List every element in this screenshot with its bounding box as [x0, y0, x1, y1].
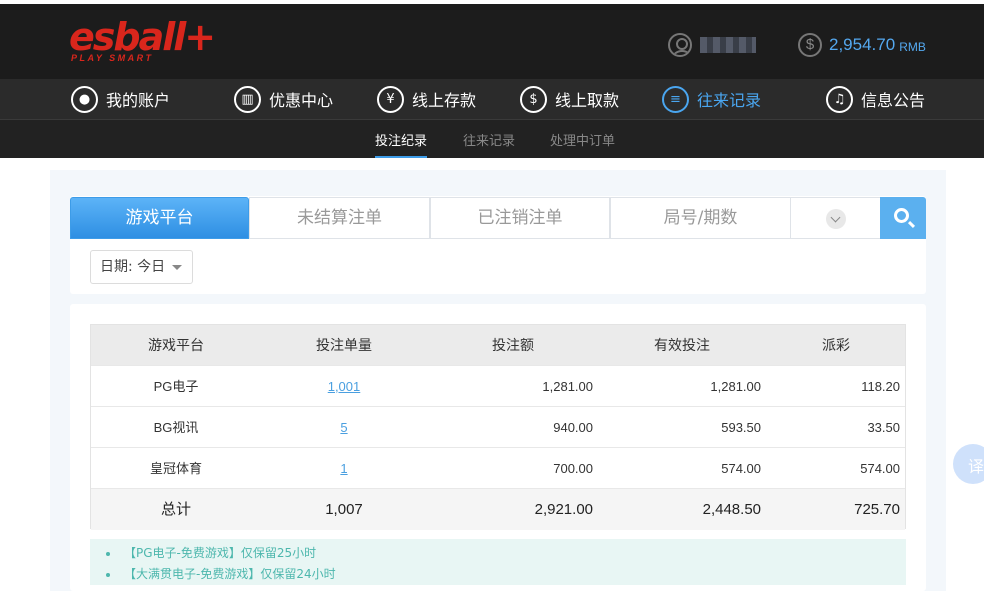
top-bar: esball+ PLAY SMART $ 2,954.70 RMB [0, 0, 984, 79]
table-row: BG视讯 5 940.00 593.50 33.50 [91, 407, 905, 448]
tab-game-platform[interactable]: 游戏平台 [70, 197, 249, 239]
table-total-row: 总计 1,007 2,921.00 2,448.50 725.70 [91, 489, 905, 530]
notice-item: 【PG电子-免费游戏】仅保留25小时 [104, 543, 906, 564]
bet-count-link[interactable]: 1 [294, 448, 394, 489]
subnav-bet-records[interactable]: 投注纪录 [375, 130, 428, 159]
dollar-coin-icon: $ [798, 33, 822, 57]
platform-name: BG视讯 [153, 420, 199, 435]
valid-bet: 574.00 [721, 461, 761, 476]
tab-round-number[interactable]: 局号/期数 [610, 197, 791, 239]
valid-bet: 1,281.00 [710, 379, 761, 394]
chevron-down-icon [826, 209, 846, 229]
date-filter-label: 日期: 今日 [100, 259, 166, 275]
nav-deposit[interactable]: ¥ 线上存款 [377, 85, 476, 113]
total-valid-bet: 2,448.50 [702, 501, 761, 518]
nav-announcements[interactable]: ♫ 信息公告 [826, 85, 925, 113]
main-nav: ● 我的账户 ▥ 优惠中心 ¥ 线上存款 $ 线上取款 ≡ 往来记录 ♫ 信息公… [0, 79, 984, 120]
table-row: PG电子 1,001 1,281.00 1,281.00 118.20 [91, 366, 905, 407]
nav-my-account[interactable]: ● 我的账户 [71, 85, 170, 113]
table-header-row: 游戏平台 投注单量 投注额 有效投注 派彩 [91, 325, 905, 366]
records-icon: ≡ [662, 85, 689, 113]
username-blurred [700, 37, 756, 53]
caret-down-icon [172, 265, 182, 270]
balance-amount: 2,954.70 [829, 35, 896, 54]
payout: 574.00 [860, 461, 900, 476]
balance-display[interactable]: $ 2,954.70 RMB [798, 32, 926, 58]
nav-label: 线上存款 [412, 91, 477, 110]
user-icon: ● [71, 85, 98, 113]
date-filter-select[interactable]: 日期: 今日 [90, 250, 193, 284]
total-payout: 725.70 [854, 501, 900, 518]
total-label: 总计 [160, 501, 191, 518]
nav-label: 我的账户 [106, 91, 171, 110]
bet-count-link[interactable]: 1,001 [294, 366, 394, 407]
header-bet-amount: 投注额 [492, 337, 534, 353]
bet-amount: 700.00 [553, 461, 593, 476]
notice-item: 【大满贯电子-免费游戏】仅保留24小时 [104, 564, 906, 585]
tab-cancelled-bets[interactable]: 已注销注单 [430, 197, 610, 239]
withdraw-icon: $ [520, 85, 547, 113]
sub-nav: 投注纪录 往来记录 处理中订单 [0, 120, 984, 159]
header-bet-count: 投注单量 [316, 337, 372, 353]
valid-bet: 593.50 [721, 420, 761, 435]
nav-records[interactable]: ≡ 往来记录 [662, 85, 761, 113]
payout: 33.50 [867, 420, 900, 435]
nav-promotions[interactable]: ▥ 优惠中心 [234, 85, 333, 113]
platform-name: PG电子 [153, 379, 199, 394]
nav-label: 信息公告 [861, 91, 926, 110]
nav-label: 线上取款 [555, 91, 620, 110]
deposit-icon: ¥ [377, 85, 404, 113]
user-avatar-icon [668, 33, 692, 57]
logo-wordmark: esball+ [69, 15, 216, 59]
gift-icon: ▥ [234, 85, 261, 113]
user-account[interactable] [668, 32, 756, 58]
nav-label: 往来记录 [697, 91, 762, 110]
subnav-pending-orders[interactable]: 处理中订单 [550, 130, 615, 149]
platform-name: 皇冠体育 [149, 461, 202, 476]
bet-count-link[interactable]: 5 [294, 407, 394, 448]
bet-summary-table: 游戏平台 投注单量 投注额 有效投注 派彩 PG电子 1,001 1,281.0… [90, 324, 906, 530]
header-valid-bet: 有效投注 [654, 337, 710, 353]
total-bet-count: 1,007 [325, 501, 363, 518]
more-tabs-dropdown[interactable] [790, 197, 881, 239]
total-bet-amount: 2,921.00 [534, 501, 593, 518]
search-icon [894, 208, 909, 223]
nav-withdraw[interactable]: $ 线上取款 [520, 85, 619, 113]
tab-unsettled-bets[interactable]: 未结算注单 [249, 197, 430, 239]
header-platform: 游戏平台 [148, 337, 204, 353]
header-payout: 派彩 [822, 337, 850, 353]
bet-amount: 940.00 [553, 420, 593, 435]
balance-currency: RMB [899, 39, 926, 54]
esball-logo[interactable]: esball+ PLAY SMART [69, 15, 216, 63]
table-row: 皇冠体育 1 700.00 574.00 574.00 [91, 448, 905, 489]
notice-box: 【PG电子-免费游戏】仅保留25小时 【大满贯电子-免费游戏】仅保留24小时 [90, 539, 906, 585]
search-button[interactable] [880, 197, 926, 239]
payout: 118.20 [861, 379, 900, 394]
subnav-transactions[interactable]: 往来记录 [463, 130, 515, 149]
translate-icon: 译 [968, 457, 984, 476]
bet-amount: 1,281.00 [542, 379, 593, 394]
nav-label: 优惠中心 [269, 91, 334, 110]
bell-icon: ♫ [826, 85, 853, 113]
